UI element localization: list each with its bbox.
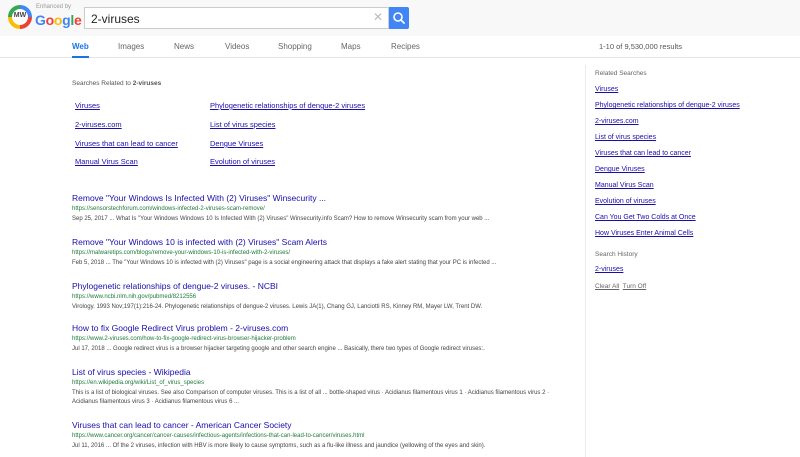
related-link[interactable]: Phylogenetic relationships of dengue-2 v… [210,101,365,110]
tab-images[interactable]: Images [118,42,144,51]
sidebar-related-link[interactable]: 2-viruses.com [595,118,639,125]
result-title[interactable]: Remove "Your Windows 10 is infected with… [72,237,562,247]
result-url: https://en.wikipedia.org/wiki/List_of_vi… [72,380,205,386]
google-logo-text: Google [35,12,82,28]
result-snippet: Sep 25, 2017 ... What Is "Your Windows W… [72,216,490,222]
related-link[interactable]: Viruses [75,101,100,110]
related-link[interactable]: List of virus species [210,120,275,129]
search-box[interactable] [84,7,389,29]
related-link[interactable]: 2-viruses.com [75,120,122,129]
sidebar-related-link[interactable]: Manual Virus Scan [595,182,654,189]
result-title[interactable]: List of virus species - Wikipedia [72,367,562,377]
result-count: 1-10 of 9,530,000 results [599,42,682,51]
result-snippet: Jul 17, 2018 ... Google redirect virus i… [72,346,485,352]
result-snippet: This is a list of biological viruses. Se… [72,390,550,405]
sidebar-related-link[interactable]: Viruses that can lead to cancer [595,150,691,157]
sidebar-related-link[interactable]: Viruses [595,86,618,93]
search-icon [393,12,405,24]
result-snippet: Virology. 1993 Nov;197(1):216-24. Phylog… [72,304,483,310]
right-sidebar: Related Searches Viruses Phylogenetic re… [585,65,786,457]
result-title[interactable]: Viruses that can lead to cancer - Americ… [72,420,562,430]
related-link[interactable]: Manual Virus Scan [75,157,138,166]
search-input[interactable] [89,10,373,28]
result-url: https://sensorstechforum.com/windows-inf… [72,206,265,212]
search-button[interactable] [389,7,409,29]
mw-logo[interactable]: MW [8,5,32,29]
tab-news[interactable]: News [174,42,194,51]
turn-off-link[interactable]: Turn Off [623,283,646,290]
result-snippet: Feb 5, 2018 ... The "Your Windows 10 is … [72,260,497,266]
result-url: https://www.cancer.org/cancer/cancer-cau… [72,433,365,439]
related-searches-heading: Related Searches [595,70,647,77]
search-result: List of virus species - Wikipedia https:… [72,367,562,407]
related-link[interactable]: Evolution of viruses [210,157,275,166]
tab-shopping[interactable]: Shopping [278,42,312,51]
sidebar-related-link[interactable]: List of virus species [595,134,656,141]
search-result: Remove "Your Windows Is Infected With (2… [72,193,562,224]
history-link[interactable]: 2-viruses [595,266,623,273]
history-controls: Clear All Turn Off [595,283,646,290]
sidebar-related-link[interactable]: How Viruses Enter Animal Cells [595,230,693,237]
search-result: How to fix Google Redirect Virus problem… [72,323,562,354]
result-snippet: Jul 11, 2016 ... Of the 2 viruses, infec… [72,443,486,449]
related-link[interactable]: Viruses that can lead to cancer [75,139,178,148]
clear-all-link[interactable]: Clear All [595,283,619,290]
sidebar-related-link[interactable]: Can You Get Two Colds at Once [595,214,696,221]
sidebar-related-link[interactable]: Dengue Viruses [595,166,645,173]
result-title[interactable]: Phylogenetic relationships of dengue-2 v… [72,281,562,291]
tab-web[interactable]: Web [72,42,89,58]
related-link[interactable]: Dengue Viruses [210,139,263,148]
tab-videos[interactable]: Videos [225,42,249,51]
enhanced-by-label: Enhanced by [36,4,72,10]
tab-recipes[interactable]: Recipes [391,42,420,51]
clear-search-icon[interactable]: ✕ [373,10,383,24]
search-history-heading: Search History [595,251,638,258]
tab-maps[interactable]: Maps [341,42,361,51]
sidebar-related-link[interactable]: Phylogenetic relationships of dengue-2 v… [595,102,740,109]
search-result: Remove "Your Windows 10 is infected with… [72,237,562,268]
result-url: https://malwaretips.com/blogs/remove-you… [72,250,291,256]
result-title[interactable]: Remove "Your Windows Is Infected With (2… [72,193,562,203]
related-title-query: 2-viruses [132,80,162,87]
logo-text: MW [13,12,27,19]
search-result: Viruses that can lead to cancer - Americ… [72,420,562,451]
sidebar-related-link[interactable]: Evolution of viruses [595,198,656,205]
result-title[interactable]: How to fix Google Redirect Virus problem… [72,323,562,333]
search-result: Phylogenetic relationships of dengue-2 v… [72,281,562,312]
related-searches-title: Searches Related to 2-viruses [72,80,161,87]
header-bar: MW Enhanced by Google ✕ [0,0,800,36]
related-title-prefix: Searches Related to [72,80,133,87]
result-url: https://www.ncbi.nlm.nih.gov/pubmed/8212… [72,294,197,300]
result-url: https://www.2-viruses.com/how-to-fix-goo… [72,336,296,342]
